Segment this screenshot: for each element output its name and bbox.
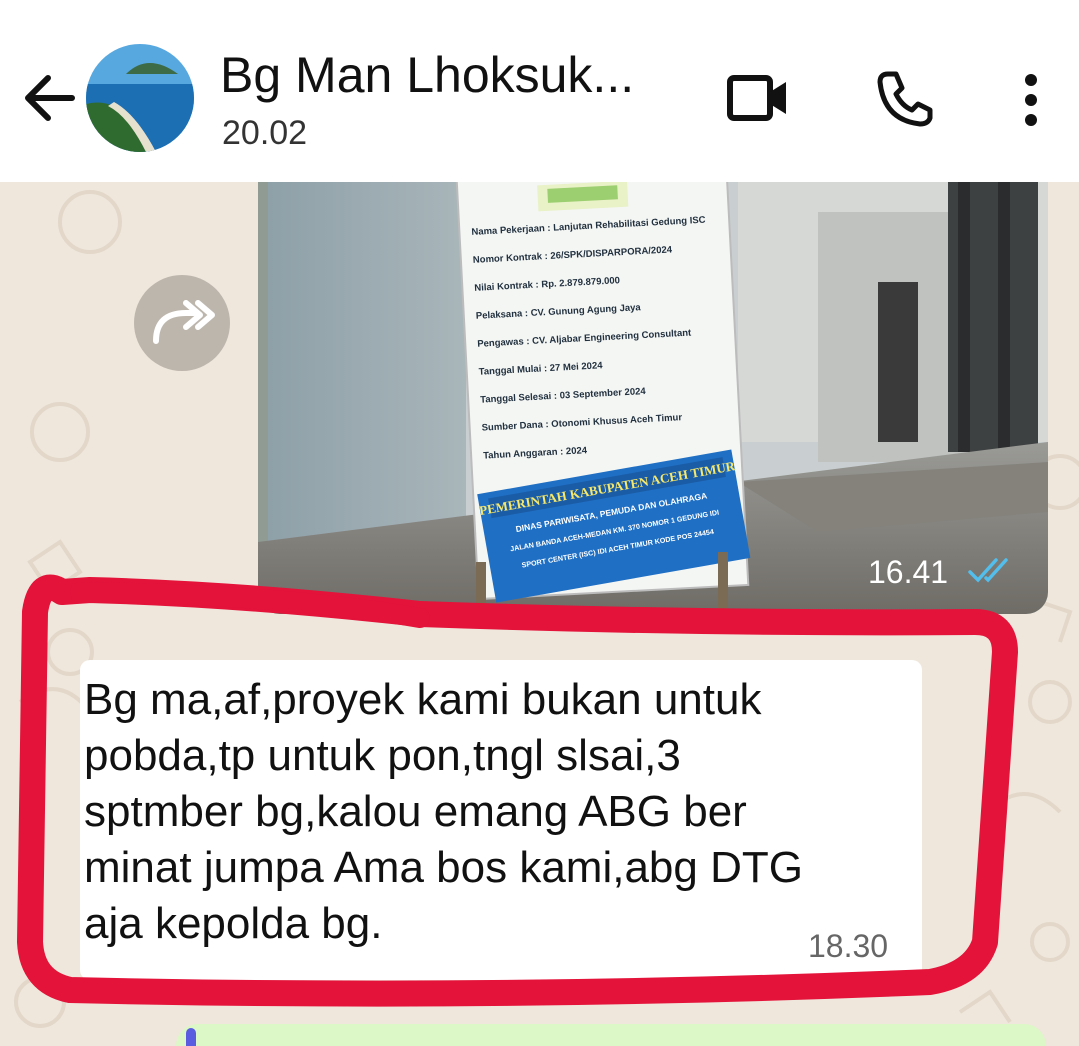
project-sign-photo: Nama Pekerjaan : Lanjutan Rehabilitasi G… xyxy=(258,182,1048,614)
next-message-bubble[interactable] xyxy=(176,1024,1046,1046)
chat-area[interactable]: Nama Pekerjaan : Lanjutan Rehabilitasi G… xyxy=(0,182,1079,1046)
image-message-time: 16.41 xyxy=(868,554,949,590)
forward-button[interactable] xyxy=(134,275,230,371)
last-seen-text: 20.02 xyxy=(222,114,308,152)
text-message-body: Bg ma,af,proyek kami bukan untuk pobda,t… xyxy=(84,672,914,952)
message-line: minat jumpa Ama bos kami,abg DTG xyxy=(84,843,803,892)
contact-name[interactable]: Bg Man Lhoksuk... xyxy=(220,46,634,104)
message-line: aja kepolda bg. xyxy=(84,899,383,948)
phone-call-icon[interactable] xyxy=(874,68,934,128)
more-options-icon[interactable] xyxy=(1018,72,1044,128)
double-check-icon xyxy=(968,558,1008,583)
back-arrow-icon[interactable] xyxy=(22,68,78,128)
message-line: sptmber bg,kalou emang ABG ber xyxy=(84,787,747,836)
text-message-time: 18.30 xyxy=(808,928,889,964)
quoted-reply-bar xyxy=(186,1028,196,1046)
chat-header: Bg Man Lhoksuk... 20.02 xyxy=(0,0,1079,182)
message-line: pobda,tp untuk pon,tngl slsai,3 xyxy=(84,731,681,780)
message-line: Bg ma,af,proyek kami bukan untuk xyxy=(84,675,762,724)
contact-avatar[interactable] xyxy=(86,44,194,152)
video-call-icon[interactable] xyxy=(726,72,790,124)
forward-icon xyxy=(153,300,215,344)
image-message[interactable]: Nama Pekerjaan : Lanjutan Rehabilitasi G… xyxy=(258,182,1048,614)
